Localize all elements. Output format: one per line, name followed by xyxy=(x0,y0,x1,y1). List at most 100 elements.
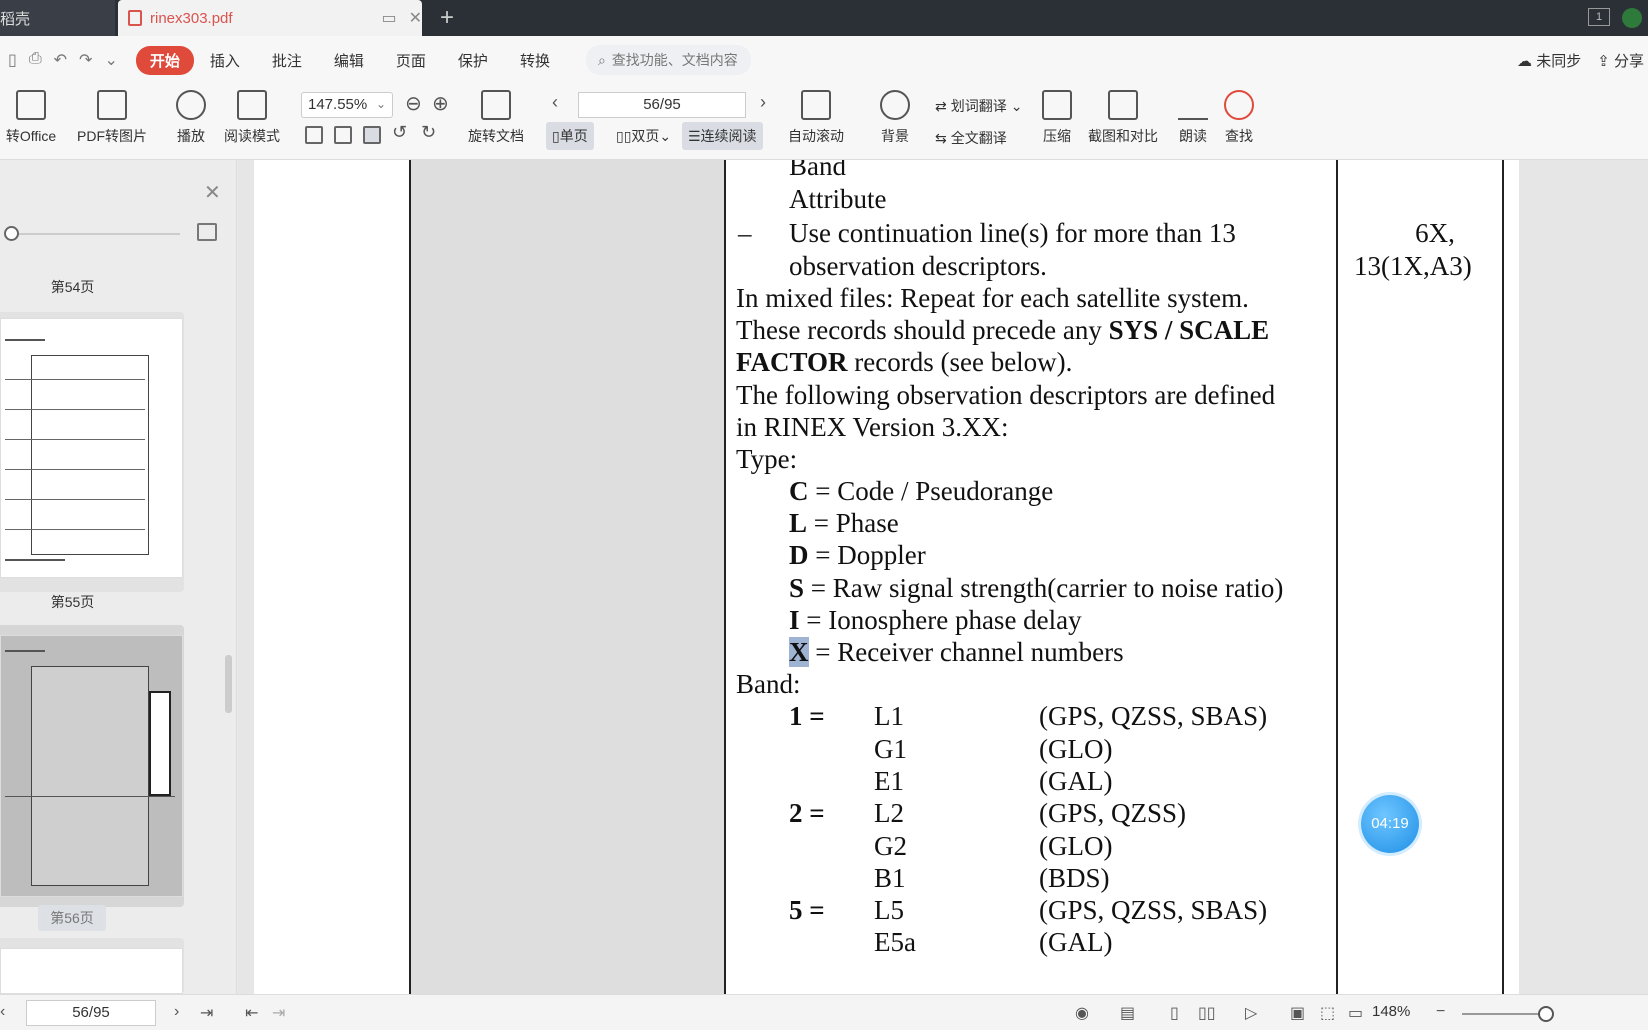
menu-convert[interactable]: 转换 xyxy=(504,50,566,71)
zoom-slider-knob[interactable] xyxy=(1538,1006,1554,1022)
share-button[interactable]: ⇪ 分享 xyxy=(1597,50,1644,71)
thumbnail-page-55[interactable] xyxy=(0,312,184,592)
double-page-button[interactable]: ▯▯ 双页 ⌄ xyxy=(610,122,677,150)
undo-icon[interactable]: ↶ xyxy=(54,50,67,70)
compress-button[interactable]: 压缩 xyxy=(1042,90,1072,146)
avatar[interactable] xyxy=(1622,8,1642,28)
thumbnail-size-slider[interactable] xyxy=(10,233,180,235)
full-translate-label: 全文翻译 xyxy=(950,130,1007,146)
tab-document-label: rinex303.pdf xyxy=(150,9,233,27)
menu-protect[interactable]: 保护 xyxy=(442,50,504,71)
fit-width-status-icon[interactable]: ▤ xyxy=(1120,1003,1135,1023)
zoom-out-icon[interactable]: ⊖ xyxy=(405,91,422,116)
next-page-icon[interactable]: › xyxy=(174,1003,179,1021)
zoom-in-icon[interactable]: ⊕ xyxy=(432,91,449,116)
type-desc-x: = Receiver channel numbers xyxy=(808,637,1124,667)
more-icon[interactable]: ⌄ xyxy=(104,50,117,70)
timer-badge[interactable]: 04:19 xyxy=(1361,795,1419,853)
page-input[interactable]: 56/95 xyxy=(578,92,746,118)
status-page-input[interactable]: 56/95 xyxy=(26,1000,156,1026)
translate-icon: ⇄ xyxy=(935,97,947,114)
menu-start[interactable]: 开始 xyxy=(135,45,194,75)
screenshot-compare-button[interactable]: 截图和对比 xyxy=(1088,90,1158,146)
menu-insert[interactable]: 插入 xyxy=(194,50,256,71)
single-page-status-icon[interactable]: ▯ xyxy=(1170,1003,1179,1023)
image-view-icon[interactable] xyxy=(197,223,217,241)
menu-edit[interactable]: 编辑 xyxy=(318,50,380,71)
play-label: 播放 xyxy=(177,128,205,144)
last-page-icon[interactable]: ⇥ xyxy=(200,1003,213,1023)
pdf-to-image-button[interactable]: PDF转图片 xyxy=(77,90,147,146)
back-icon[interactable]: ⇤ xyxy=(245,1003,258,1023)
document-view[interactable]: Band Attribute – Use continuation line(s… xyxy=(238,160,1648,994)
thumbnail-page-55-image xyxy=(0,318,183,578)
double-page-status-icon[interactable]: ▯▯ xyxy=(1198,1003,1216,1023)
rotate-left-icon[interactable]: ↺ xyxy=(392,122,407,143)
layout-icon[interactable]: 1 xyxy=(1588,8,1610,26)
find-button[interactable]: 查找 xyxy=(1224,90,1254,146)
thumbnail-page-57[interactable] xyxy=(0,938,184,994)
fit-page-icon[interactable] xyxy=(334,126,352,144)
rotate-right-icon[interactable]: ↻ xyxy=(421,122,436,143)
text-factor: FACTOR records (see below). xyxy=(736,347,1072,378)
play-status-icon[interactable]: ▷ xyxy=(1245,1003,1257,1023)
fit-width-active-icon[interactable]: ▭ xyxy=(1348,1003,1363,1023)
status-zoom-value[interactable]: 148% xyxy=(1372,1003,1410,1020)
type-code-d: D xyxy=(789,540,809,570)
menu-bar: ▯ ⎙ ↶ ↷ ⌄ 开始 插入 批注 编辑 页面 保护 转换 ⌕ 查找功能、文档… xyxy=(0,36,1648,84)
full-translate-button[interactable]: ⇆ 全文翻译 xyxy=(935,128,1007,148)
play-icon xyxy=(176,90,206,120)
read-aloud-button[interactable]: 朗读 xyxy=(1178,90,1208,146)
to-office-button[interactable]: 转Office xyxy=(0,90,62,146)
background-button[interactable]: 背景 xyxy=(880,90,910,146)
prev-page-icon[interactable]: ‹ xyxy=(552,92,558,113)
band-system: (GPS, QZSS) xyxy=(1039,798,1187,828)
slider-knob[interactable] xyxy=(4,226,19,241)
prev-page-icon[interactable]: ‹ xyxy=(0,1003,5,1021)
window-icon[interactable]: ▭ xyxy=(381,8,396,28)
redo-icon[interactable]: ↷ xyxy=(79,50,92,70)
auto-scroll-button[interactable]: 自动滚动 xyxy=(788,90,844,146)
menu-page[interactable]: 页面 xyxy=(380,50,442,71)
sidebar-scrollbar[interactable] xyxy=(225,655,232,713)
screenshot-icon xyxy=(1108,90,1138,120)
band-signal: G1 xyxy=(874,734,907,764)
print-icon[interactable]: ⎙ xyxy=(29,50,42,70)
close-sidebar-icon[interactable]: ✕ xyxy=(204,180,221,205)
band-number: 2 = xyxy=(789,798,825,828)
next-page-icon[interactable]: › xyxy=(760,92,766,113)
menu-annotate[interactable]: 批注 xyxy=(256,50,318,71)
rotate-document-button[interactable]: 旋转文档 xyxy=(468,90,524,146)
continuous-read-button[interactable]: ☰ 连续阅读 xyxy=(682,122,763,150)
type-code-i: I xyxy=(789,605,800,635)
word-translate-button[interactable]: ⇄ 划词翻译 ⌄ xyxy=(935,96,1022,116)
play-button[interactable]: 播放 xyxy=(176,90,206,146)
band-signal: L1 xyxy=(874,701,904,731)
text-version: in RINEX Version 3.XX: xyxy=(736,412,1009,442)
type-desc-i: = Ionosphere phase delay xyxy=(799,605,1082,635)
save-icon[interactable]: ▯ xyxy=(8,50,17,70)
fit-page-status-icon[interactable]: ⬚ xyxy=(1320,1003,1335,1023)
office-icon xyxy=(16,90,46,120)
zoom-select[interactable]: 147.55% ⌄ xyxy=(301,92,393,118)
find-label: 查找 xyxy=(1225,128,1253,144)
search-input[interactable]: ⌕ 查找功能、文档内容 xyxy=(585,45,751,75)
forward-icon[interactable]: ⇥ xyxy=(272,1003,285,1023)
type-code-x-selected[interactable]: X xyxy=(789,637,809,667)
text-band-heading: Band: xyxy=(736,669,801,699)
actual-size-icon[interactable] xyxy=(305,126,323,144)
fit-width-icon[interactable] xyxy=(363,126,381,144)
close-tab-icon[interactable]: ✕ xyxy=(409,8,422,28)
thumbnail-page-56[interactable] xyxy=(0,625,184,907)
single-page-button[interactable]: ▯ 单页 xyxy=(546,122,594,150)
tab-home[interactable]: 稻壳 xyxy=(0,0,115,36)
new-tab-button[interactable]: + xyxy=(440,4,454,32)
band-system: (GLO) xyxy=(1039,831,1113,861)
sync-button[interactable]: ☁ 未同步 xyxy=(1517,50,1581,71)
actual-size-status-icon[interactable]: ▣ xyxy=(1290,1003,1305,1023)
eye-protect-icon[interactable]: ◉ xyxy=(1075,1003,1089,1023)
zoom-value: 147.55% xyxy=(308,96,368,113)
zoom-out-status-icon[interactable]: − xyxy=(1436,1003,1445,1021)
read-mode-button[interactable]: 阅读模式 xyxy=(224,90,280,146)
tab-document[interactable]: rinex303.pdf ▭ ✕ xyxy=(118,0,422,36)
